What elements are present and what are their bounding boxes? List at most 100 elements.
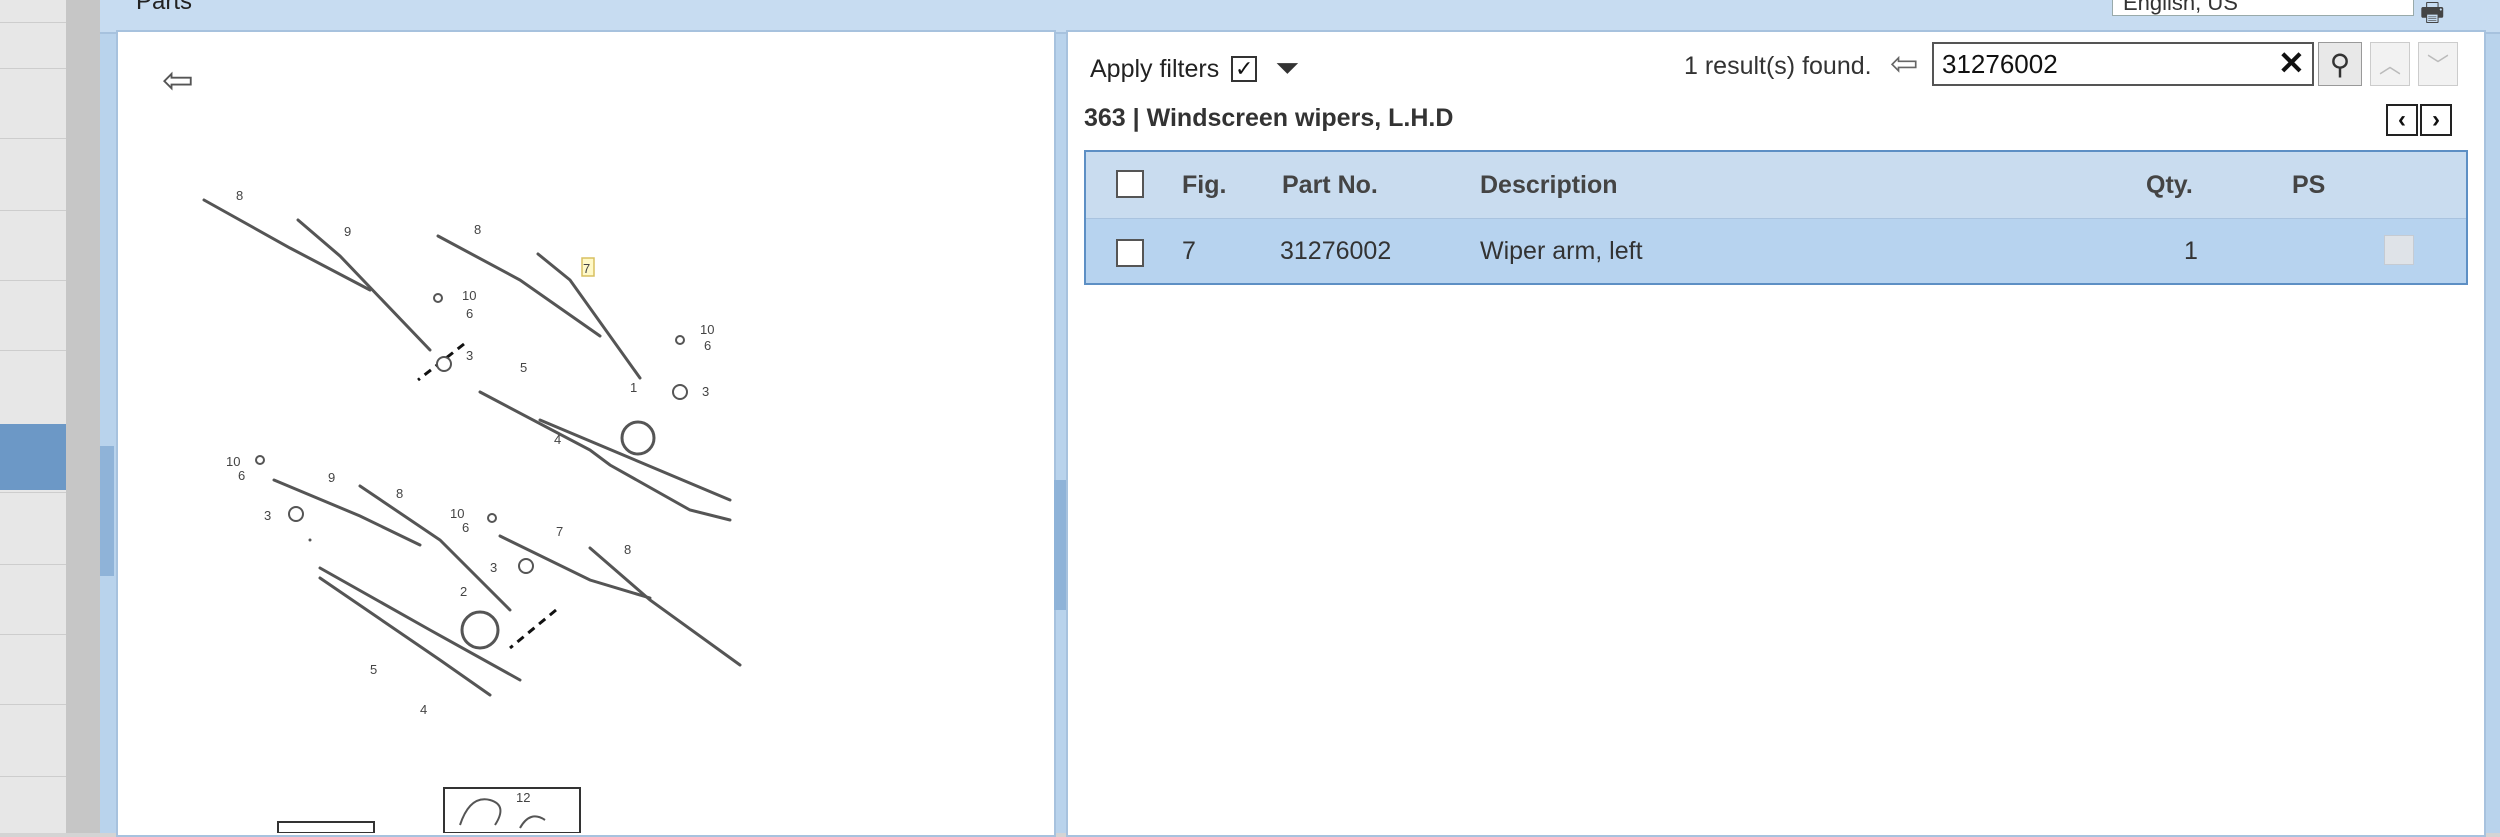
column-header-description[interactable]: Description [1480,152,1618,218]
column-header-qty[interactable]: Qty. [2146,152,2193,218]
search-icon: ⚲ [2329,48,2351,80]
linkage-part [538,418,732,502]
diagram-label: 4 [420,702,427,717]
nav-divider [0,634,66,635]
diagram-label: 6 [466,306,473,321]
diagram-label: 10 [450,506,464,521]
wiper-arm-part [296,218,432,352]
diagram-label: 6 [238,468,245,483]
table-header-row: Fig. Part No. Description Qty. PS [1086,152,2466,219]
clear-search-icon[interactable]: ✕ [2278,44,2305,82]
diagram-label: 5 [370,662,377,677]
diagram-label: 3 [490,560,497,575]
apply-filters-label: Apply filters [1090,54,1220,83]
column-header-part-no[interactable]: Part No. [1282,152,1378,218]
diagram-label: 7 [583,261,590,276]
table-row[interactable]: 7 31276002 Wiper arm, left 1 [1086,219,2466,283]
cell-qty: 1 [2184,237,2198,265]
apply-filters-control: Apply filters ✓ ⏷ [1090,52,1299,86]
diagram-label: 3 [702,384,709,399]
left-splitter-handle[interactable] [100,446,114,576]
exploded-diagram: 8 9 8 7 10 6 3 10 6 5 1 3 4 10 6 9 8 3 1… [202,188,742,833]
washer-part [487,513,497,523]
cell-description: Wiper arm, left [1480,237,1643,265]
diagram-label: 12 [516,790,530,805]
diagram-label: 10 [462,288,476,303]
next-section-button[interactable]: › [2420,104,2452,136]
nut-part [436,356,452,372]
nav-divider [0,776,66,777]
nav-divider [0,350,66,351]
chevron-up-icon: ︿ [2378,53,2401,78]
apply-filters-checkbox[interactable]: ✓ [1231,56,1258,82]
filter-funnel-icon[interactable]: ⏷ [1275,52,1299,86]
washer-part [433,293,443,303]
diagram-label: 8 [474,222,481,237]
washer-part [255,455,265,465]
nav-divider [0,280,66,281]
linkage-part [318,566,522,682]
diagram-label: 8 [624,542,631,557]
nav-divider [0,564,66,565]
diagram-label: 6 [704,338,711,353]
nav-divider [0,68,66,69]
dashed-connection [509,608,557,650]
diagram-label: 2 [460,584,467,599]
diagram-label: 10 [700,322,714,337]
wiper-blade-part [358,484,512,612]
diagram-label: 6 [462,520,469,535]
select-all-checkbox[interactable] [1116,170,1144,198]
diagram-label: 9 [328,470,335,485]
nut-part [518,558,534,574]
column-header-ps[interactable]: PS [2292,152,2325,218]
next-hit-button[interactable]: ﹀ [2418,42,2458,86]
back-arrow-icon[interactable]: ⇦ [162,58,194,103]
section-title: 363 | Windscreen wipers, L.H.D [1084,104,1454,132]
wiper-blade-part [202,198,372,292]
search-button[interactable]: ⚲ [2318,42,2362,86]
nav-strip [0,0,67,833]
cell-part-no: 31276002 [1280,237,1392,265]
center-splitter-handle[interactable] [1054,480,1066,610]
linkage-part [478,390,732,522]
detail-inset-box [277,821,375,833]
wiper-blade-part [588,546,742,667]
diagram-label: 1 [630,380,637,395]
results-count: 1 result(s) found. [1684,52,1872,80]
left-navigation [0,0,100,833]
motor-part [460,610,500,650]
diagram-label: 8 [396,486,403,501]
cell-fig: 7 [1182,237,1196,265]
nut-part [288,506,304,522]
diagram-label: 3 [466,348,473,363]
diagram-label: 8 [236,188,243,203]
nav-divider [0,22,66,23]
nav-scrollbar[interactable] [66,0,100,833]
washer-part [675,335,685,345]
page-title: Parts [136,0,193,15]
diagram-label: 10 [226,454,240,469]
column-header-fig[interactable]: Fig. [1182,152,1226,218]
row-checkbox[interactable] [1116,239,1144,267]
previous-hit-button[interactable]: ︿ [2370,42,2410,86]
search-input[interactable]: 31276002 [1932,42,2314,86]
previous-section-button[interactable]: ‹ [2386,104,2418,136]
nav-item-active[interactable] [0,424,66,490]
nut-part [672,384,688,400]
detail-inset-box [443,787,581,833]
top-bar: Parts English, US 🖶 [100,0,2500,34]
nav-divider [0,210,66,211]
motor-part [620,420,656,456]
diagram-label: 9 [344,224,351,239]
diagram-label: 3 [264,508,271,523]
chevron-right-icon: › [2432,106,2440,133]
diagram-label: 5 [520,360,527,375]
previous-result-arrow-icon[interactable]: ⇦ [1890,44,1919,84]
diagram-label: 7 [556,524,563,539]
language-select[interactable]: English, US [2112,0,2414,16]
diagram-label: 4 [554,432,561,447]
parts-table: Fig. Part No. Description Qty. PS 7 3127… [1084,150,2468,285]
note-icon[interactable] [2384,235,2414,265]
nav-divider [0,138,66,139]
nav-divider [0,492,66,493]
